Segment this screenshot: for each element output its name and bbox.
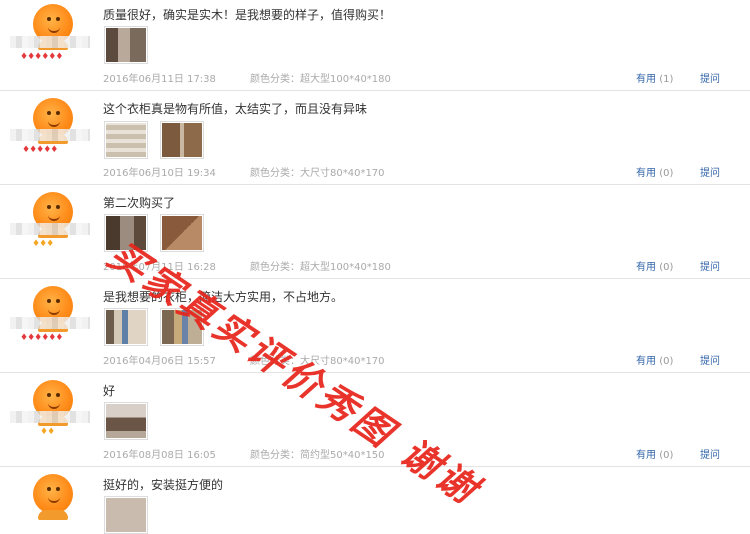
- username-blurred: [10, 317, 90, 329]
- review-divider: [0, 184, 750, 185]
- review-thumbnail[interactable]: [104, 402, 148, 440]
- useful-button[interactable]: 有用 (0): [636, 446, 673, 461]
- review-divider: [0, 90, 750, 91]
- review-date: 2016年06月10日 19:34: [103, 168, 216, 179]
- review-content: 这个衣柜真是物有所值，太结实了，而且没有异味: [103, 102, 368, 116]
- user-avatar[interactable]: [33, 474, 73, 520]
- user-level-icon: ♦♦♦♦♦♦: [20, 52, 63, 62]
- ask-button[interactable]: 提问: [700, 164, 720, 179]
- review-spec: 颜色分类：大尺寸80*40*170: [250, 168, 385, 179]
- user-level-icon: ♦♦♦: [32, 239, 54, 249]
- review-date: 2016年08月08日 16:05: [103, 450, 216, 461]
- useful-button[interactable]: 有用 (0): [636, 164, 673, 179]
- user-level-icon: ♦♦♦♦♦: [22, 145, 58, 155]
- review-content: 第二次购买了: [103, 196, 176, 210]
- review-spec: 颜色分类：超大型100*40*180: [250, 262, 391, 273]
- review-thumbnail[interactable]: [160, 214, 204, 252]
- useful-button[interactable]: 有用 (1): [636, 70, 673, 85]
- review-thumbnail[interactable]: [160, 121, 204, 159]
- review-spec: 颜色分类：简约型50*40*150: [250, 450, 385, 461]
- review-divider: [0, 466, 750, 467]
- username-blurred: [10, 129, 90, 141]
- review-thumbnail[interactable]: [104, 308, 148, 346]
- review-date: 2016年06月11日 17:38: [103, 74, 216, 85]
- user-level-icon: ♦♦: [40, 427, 55, 437]
- ask-button[interactable]: 提问: [700, 446, 720, 461]
- review-content: 好: [103, 384, 116, 398]
- review-content: 质量很好，确实是实木！是我想要的样子，值得购买！: [103, 8, 392, 22]
- review-content: 挺好的，安装挺方便的: [103, 478, 224, 492]
- review-divider: [0, 372, 750, 373]
- review-thumbnail[interactable]: [104, 496, 148, 534]
- user-level-icon: ♦♦♦♦♦♦: [20, 333, 63, 343]
- ask-button[interactable]: 提问: [700, 352, 720, 367]
- review-thumbnail[interactable]: [160, 308, 204, 346]
- review-thumbnail[interactable]: [104, 26, 148, 64]
- ask-button[interactable]: 提问: [700, 70, 720, 85]
- useful-button[interactable]: 有用 (0): [636, 352, 673, 367]
- username-blurred: [10, 411, 90, 423]
- username-blurred: [10, 223, 90, 235]
- review-thumbnail[interactable]: [104, 121, 148, 159]
- review-content: 是我想要的衣柜，简洁大方实用，不占地方。: [103, 290, 344, 304]
- review-date: 2016年04月06日 15:57: [103, 356, 216, 367]
- review-spec: 颜色分类：大尺寸80*40*170: [250, 356, 385, 367]
- useful-button[interactable]: 有用 (0): [636, 258, 673, 273]
- review-divider: [0, 278, 750, 279]
- username-blurred: [10, 36, 90, 48]
- review-date: 2016年07月11日 16:28: [103, 262, 216, 273]
- review-spec: 颜色分类：超大型100*40*180: [250, 74, 391, 85]
- review-thumbnail[interactable]: [104, 214, 148, 252]
- ask-button[interactable]: 提问: [700, 258, 720, 273]
